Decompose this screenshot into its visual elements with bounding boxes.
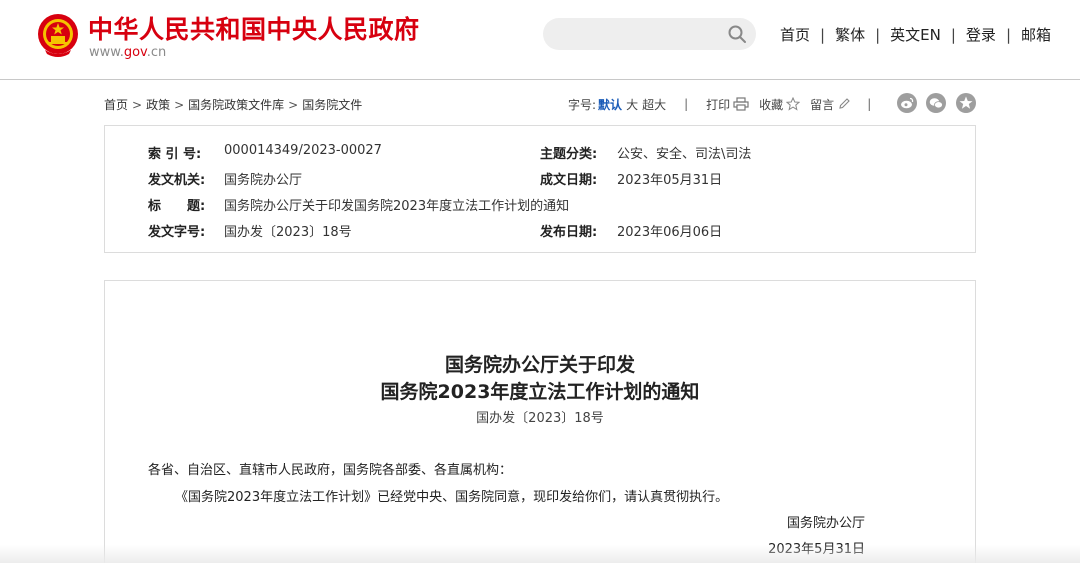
nav-separator: |	[1005, 25, 1011, 44]
breadcrumb: 首页 > 政策 > 国务院政策文件库 > 国务院文件	[104, 96, 362, 113]
font-size-xlarge[interactable]: 超大	[642, 96, 666, 113]
breadcrumb-separator: >	[288, 98, 299, 112]
comment-label: 留言	[810, 97, 835, 112]
info-index-no-value: 000014349/2023-00027	[224, 143, 382, 158]
document-body: 国务院办公厅关于印发 国务院2023年度立法工作计划的通知 国办发〔2023〕1…	[104, 280, 976, 563]
nav-separator: |	[875, 25, 881, 44]
info-written-date-label: 成文日期:	[540, 173, 598, 188]
toolbar-separator: |	[867, 97, 872, 111]
wechat-icon	[929, 98, 943, 109]
wechat-share-button[interactable]	[926, 93, 946, 113]
info-index-no-label: 索 引 号:	[148, 147, 202, 162]
search-input[interactable]	[557, 24, 717, 44]
top-nav: 首页 | 繁体 | 英文EN | 登录 | 邮箱	[780, 24, 1051, 45]
document-number: 国办发〔2023〕18号	[476, 411, 604, 426]
info-issuer-label: 发文机关:	[148, 173, 206, 188]
info-doc-no-value: 国办发〔2023〕18号	[224, 225, 352, 240]
nav-home[interactable]: 首页	[780, 24, 810, 45]
weibo-icon	[901, 97, 914, 109]
nav-traditional[interactable]: 繁体	[835, 24, 865, 45]
info-publish-date-label: 发布日期:	[540, 225, 598, 240]
info-topic-label: 主题分类:	[540, 147, 598, 162]
qzone-share-button[interactable]	[956, 93, 976, 113]
favorite-button[interactable]: 收藏	[759, 96, 801, 113]
font-size-large[interactable]: 大	[626, 96, 638, 113]
breadcrumb-separator: >	[132, 98, 143, 112]
comment-button[interactable]: 留言	[810, 96, 851, 113]
breadcrumb-policy[interactable]: 政策	[146, 98, 170, 112]
print-label: 打印	[706, 97, 731, 112]
nav-separator: |	[820, 25, 826, 44]
weibo-share-button[interactable]	[897, 93, 917, 113]
site-domain: www.gov.cn	[89, 45, 166, 60]
font-size-default[interactable]: 默认	[598, 96, 622, 113]
site-title[interactable]: 中华人民共和国中央人民政府	[88, 10, 420, 46]
breadcrumb-separator: >	[174, 98, 185, 112]
info-publish-date-value: 2023年06月06日	[617, 225, 723, 240]
info-title-label: 标 题:	[148, 199, 206, 214]
breadcrumb-state-council-docs[interactable]: 国务院文件	[302, 98, 362, 112]
document-salutation: 各省、自治区、直辖市人民政府，国务院各部委、各直属机构：	[148, 463, 513, 478]
site-header: 中华人民共和国中央人民政府 www.gov.cn 首页 | 繁体 | 英文EN …	[0, 0, 1080, 80]
document-info-table: 索 引 号: 000014349/2023-00027 主题分类: 公安、安全、…	[104, 125, 976, 253]
nav-login[interactable]: 登录	[966, 24, 996, 45]
font-size-label: 字号:	[568, 97, 597, 112]
pencil-icon	[839, 98, 850, 109]
print-button[interactable]: 打印	[706, 96, 749, 113]
star-outline-icon	[786, 97, 801, 111]
toolbar-separator: |	[684, 97, 689, 111]
info-issuer-value: 国务院办公厅	[224, 173, 303, 188]
nav-mail[interactable]: 邮箱	[1021, 24, 1051, 45]
domain-accent: gov	[123, 45, 147, 60]
nav-separator: |	[950, 25, 956, 44]
document-paragraph: 《国务院2023年度立法工作计划》已经党中央、国务院同意，现印发给你们，请认真贯…	[175, 490, 729, 505]
info-doc-no-label: 发文字号:	[148, 225, 206, 240]
national-emblem-icon[interactable]	[37, 12, 79, 58]
info-topic-value: 公安、安全、司法\司法	[617, 147, 752, 162]
document-title-line1: 国务院办公厅关于印发	[444, 354, 635, 376]
document-title-line2: 国务院2023年度立法工作计划的通知	[380, 381, 700, 403]
bottom-fade	[0, 545, 1080, 563]
nav-english[interactable]: 英文EN	[890, 24, 941, 45]
search-box	[543, 18, 756, 50]
domain-prefix: www.	[89, 45, 124, 60]
domain-suffix: .cn	[146, 45, 167, 60]
search-icon[interactable]	[726, 23, 748, 45]
info-written-date-value: 2023年05月31日	[617, 173, 723, 188]
article-toolbar: 字号: 默认 大 超大 | 打印 收藏 留言 |	[568, 95, 871, 113]
breadcrumb-home[interactable]: 首页	[104, 98, 128, 112]
printer-icon	[733, 97, 749, 111]
info-title-value: 国务院办公厅关于印发国务院2023年度立法工作计划的通知	[224, 199, 570, 214]
qzone-star-icon	[959, 96, 973, 109]
favorite-label: 收藏	[759, 97, 784, 112]
breadcrumb-policy-library[interactable]: 国务院政策文件库	[188, 98, 284, 112]
document-signature: 国务院办公厅	[786, 516, 865, 531]
